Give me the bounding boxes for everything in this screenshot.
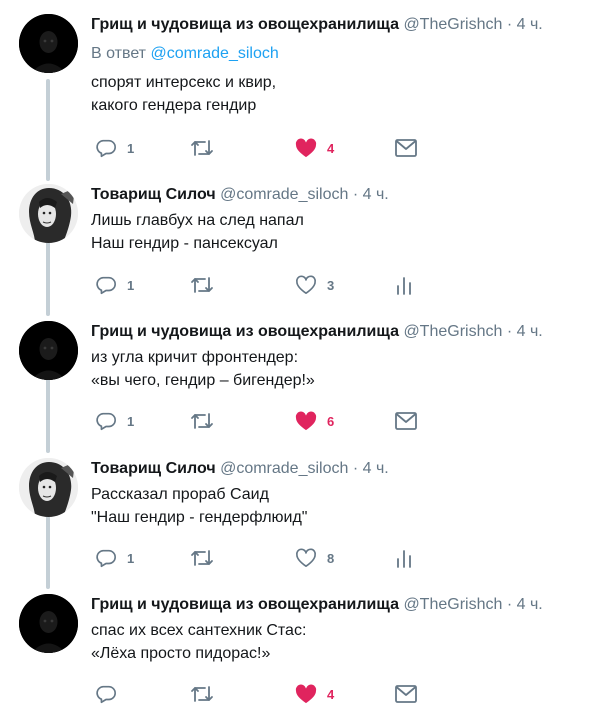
reply-button[interactable]: 1 bbox=[95, 410, 134, 432]
heart-filled-icon bbox=[295, 684, 317, 704]
tweet[interactable]: Товарищ Силоч @comrade_siloch · 4 ч. Рас… bbox=[0, 448, 590, 578]
retweet-icon bbox=[191, 550, 213, 566]
reply-button[interactable]: 1 bbox=[95, 547, 134, 569]
like-count: 8 bbox=[327, 550, 335, 566]
avatar[interactable] bbox=[19, 321, 78, 380]
reply-count: 1 bbox=[127, 413, 135, 429]
tweet-actions: 1 4 bbox=[95, 137, 425, 159]
timestamp[interactable]: 4 ч. bbox=[363, 460, 389, 477]
tweet-text: Лишь главбух на след напал Наш гендир - … bbox=[91, 212, 304, 252]
reply-button[interactable]: 1 bbox=[95, 274, 134, 296]
analytics-icon bbox=[397, 277, 411, 295]
reply-count: 1 bbox=[127, 550, 135, 566]
display-name[interactable]: Грищ и чудовища из овощехранилища bbox=[91, 323, 399, 340]
tweet-text: Рассказал прораб Саид "Наш гендир - генд… bbox=[91, 486, 308, 526]
timestamp[interactable]: 4 ч. bbox=[517, 596, 543, 613]
tweet-header: Грищ и чудовища из овощехранилища @TheGr… bbox=[91, 14, 590, 35]
heart-outline-icon bbox=[296, 275, 316, 294]
retweet-icon bbox=[191, 277, 213, 293]
tweet-actions: 4 bbox=[95, 683, 425, 705]
retweet-button[interactable] bbox=[190, 274, 224, 296]
direct-message-button[interactable] bbox=[395, 683, 417, 705]
user-handle[interactable]: @TheGrishch bbox=[403, 323, 502, 340]
retweet-icon bbox=[191, 686, 213, 702]
separator: · bbox=[352, 186, 359, 203]
avatar[interactable] bbox=[19, 594, 78, 653]
tweet-text: из угла кричит фронтендер: «вы чего, ген… bbox=[91, 349, 315, 389]
tweet[interactable]: Грищ и чудовища из овощехранилища @TheGr… bbox=[0, 4, 590, 164]
tweet-actions: 1 3 bbox=[95, 274, 425, 296]
reply-count: 1 bbox=[127, 140, 135, 156]
retweet-button[interactable] bbox=[190, 410, 224, 432]
avatar[interactable] bbox=[19, 458, 78, 517]
reply-context: В ответ @comrade_siloch bbox=[91, 43, 279, 64]
like-count: 4 bbox=[327, 686, 335, 702]
heart-outline-icon bbox=[296, 548, 316, 567]
tweet-header: Товарищ Силоч @comrade_siloch · 4 ч. bbox=[91, 458, 590, 479]
avatar[interactable] bbox=[19, 184, 78, 243]
tweet-header: Товарищ Силоч @comrade_siloch · 4 ч. bbox=[91, 184, 590, 205]
mail-icon bbox=[395, 685, 417, 703]
heart-filled-icon bbox=[295, 138, 317, 158]
reply-prefix: В ответ bbox=[91, 45, 151, 62]
analytics-button[interactable] bbox=[395, 274, 413, 296]
tweet-text: спас их всех сантехник Стас: «Лёха прост… bbox=[91, 622, 307, 662]
mail-icon bbox=[395, 139, 417, 157]
like-count: 6 bbox=[327, 413, 335, 429]
display-name[interactable]: Товарищ Силоч bbox=[91, 460, 216, 477]
retweet-button[interactable] bbox=[190, 547, 224, 569]
mail-icon bbox=[395, 412, 417, 430]
retweet-button[interactable] bbox=[190, 683, 224, 705]
reply-icon bbox=[96, 412, 116, 431]
timestamp[interactable]: 4 ч. bbox=[517, 323, 543, 340]
retweet-icon bbox=[191, 140, 213, 156]
user-handle[interactable]: @comrade_siloch bbox=[220, 186, 348, 203]
display-name[interactable]: Товарищ Силоч bbox=[91, 186, 216, 203]
tweet[interactable]: Грищ и чудовища из овощехранилища @TheGr… bbox=[0, 584, 590, 720]
tweet[interactable]: Товарищ Силоч @comrade_siloch · 4 ч. Лиш… bbox=[0, 174, 590, 302]
reply-button[interactable]: 1 bbox=[95, 137, 134, 159]
tweet-actions: 1 8 bbox=[95, 547, 425, 569]
like-count: 4 bbox=[327, 140, 335, 156]
separator: · bbox=[506, 323, 513, 340]
like-button[interactable]: 4 bbox=[295, 137, 334, 159]
like-count: 3 bbox=[327, 277, 335, 293]
separator: · bbox=[352, 460, 359, 477]
analytics-button[interactable] bbox=[395, 547, 413, 569]
like-button[interactable]: 8 bbox=[295, 547, 334, 569]
reply-icon bbox=[96, 139, 116, 158]
separator: · bbox=[506, 596, 513, 613]
separator: · bbox=[506, 16, 513, 33]
like-button[interactable]: 3 bbox=[295, 274, 334, 296]
timestamp[interactable]: 4 ч. bbox=[363, 186, 389, 203]
reply-button[interactable] bbox=[95, 683, 127, 705]
tweet[interactable]: Грищ и чудовища из овощехранилища @TheGr… bbox=[0, 311, 590, 441]
reply-to-link[interactable]: @comrade_siloch bbox=[150, 45, 278, 62]
user-handle[interactable]: @TheGrishch bbox=[403, 16, 502, 33]
reply-icon bbox=[96, 276, 116, 295]
tweet-text: спорят интерсекс и квир, какого гендера … bbox=[91, 74, 277, 114]
analytics-icon bbox=[397, 550, 411, 568]
like-button[interactable]: 4 bbox=[295, 683, 334, 705]
display-name[interactable]: Грищ и чудовища из овощехранилища bbox=[91, 16, 399, 33]
tweet-header: Грищ и чудовища из овощехранилища @TheGr… bbox=[91, 594, 590, 615]
retweet-icon bbox=[191, 413, 213, 429]
direct-message-button[interactable] bbox=[395, 410, 417, 432]
avatar[interactable] bbox=[19, 14, 78, 73]
reply-count: 1 bbox=[127, 277, 135, 293]
heart-filled-icon bbox=[295, 411, 317, 431]
user-handle[interactable]: @TheGrishch bbox=[403, 596, 502, 613]
tweet-header: Грищ и чудовища из овощехранилища @TheGr… bbox=[91, 321, 590, 342]
display-name[interactable]: Грищ и чудовища из овощехранилища bbox=[91, 596, 399, 613]
direct-message-button[interactable] bbox=[395, 137, 417, 159]
user-handle[interactable]: @comrade_siloch bbox=[220, 460, 348, 477]
retweet-button[interactable] bbox=[190, 137, 224, 159]
timestamp[interactable]: 4 ч. bbox=[517, 16, 543, 33]
like-button[interactable]: 6 bbox=[295, 410, 334, 432]
reply-icon bbox=[96, 685, 116, 704]
reply-icon bbox=[96, 549, 116, 568]
tweet-actions: 1 6 bbox=[95, 410, 425, 432]
